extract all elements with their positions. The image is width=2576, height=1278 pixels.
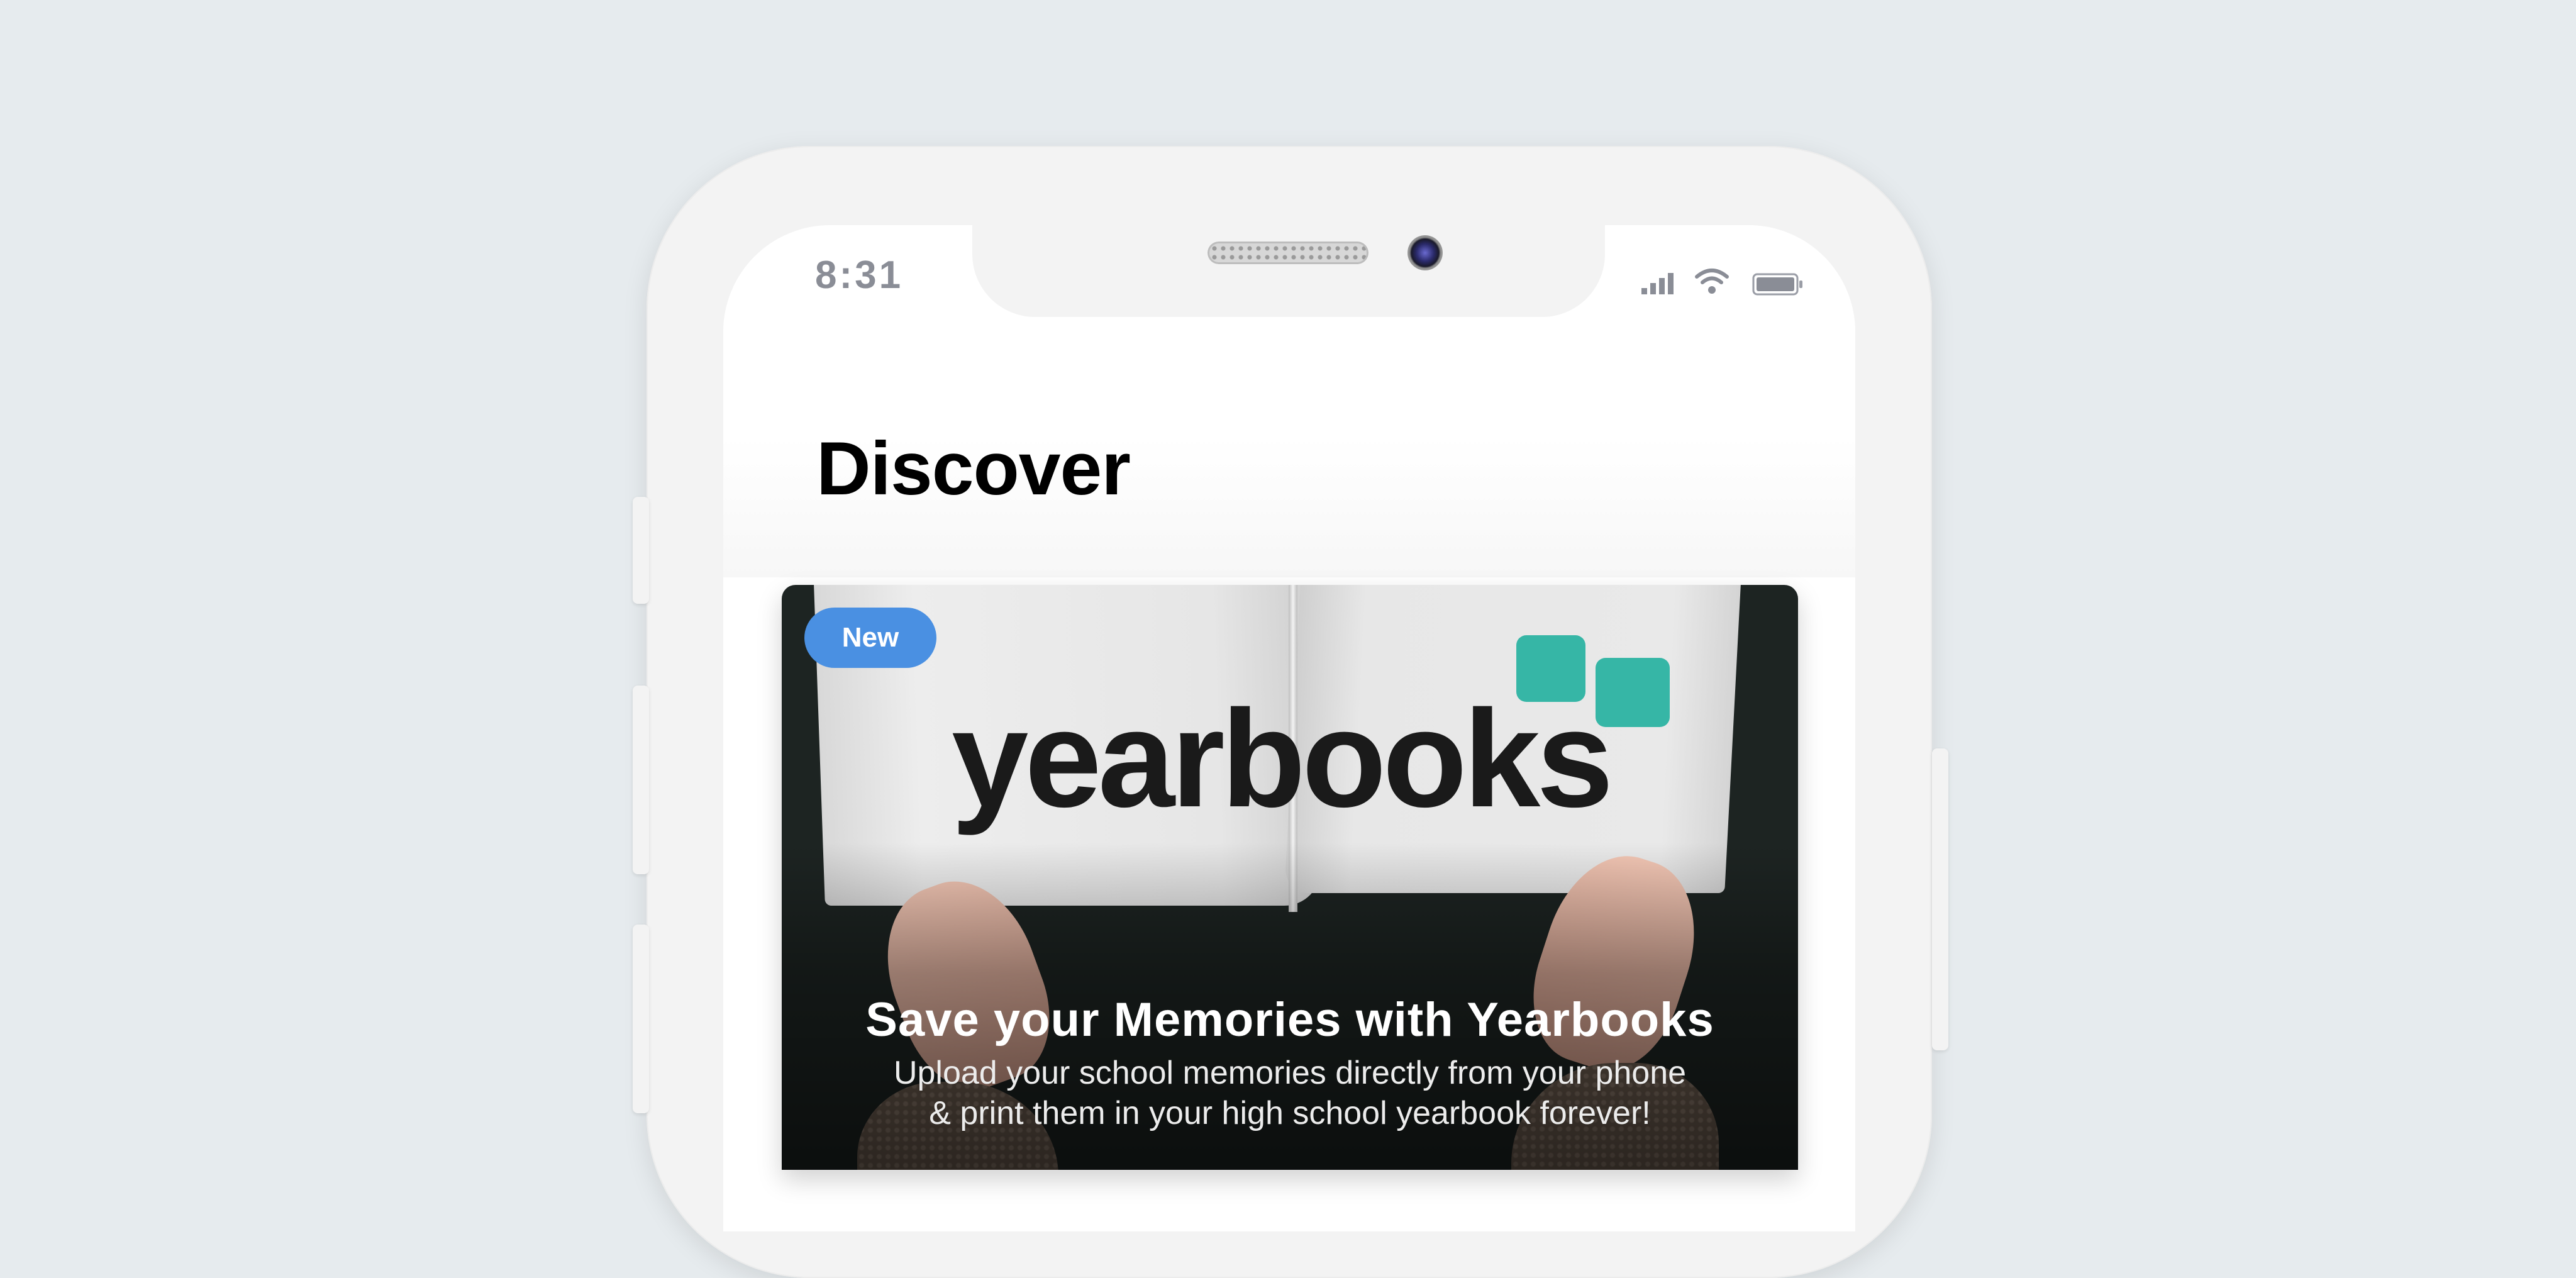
- card-title: Save your Memories with Yearbooks: [865, 993, 1714, 1047]
- card-description-line: & print them in your high school yearboo…: [929, 1095, 1651, 1131]
- card-description-line: Upload your school memories directly fro…: [893, 1055, 1687, 1091]
- new-badge: New: [804, 608, 936, 668]
- power-button: [1932, 748, 1948, 1050]
- mute-switch: [633, 497, 649, 604]
- card-description: Upload your school memories directly fro…: [845, 1053, 1735, 1133]
- chat-bubble-icon: [1516, 635, 1585, 702]
- speaker-grille: [1208, 242, 1368, 264]
- wifi-icon: [1695, 269, 1729, 294]
- battery-icon: [1752, 273, 1802, 296]
- yearbooks-logo-text: yearbooks: [952, 681, 1614, 836]
- volume-down-button: [633, 925, 649, 1113]
- status-time: 8:31: [815, 253, 904, 297]
- cellular-signal-icon: [1641, 273, 1674, 294]
- page-title: Discover: [816, 426, 1131, 511]
- front-camera: [1407, 235, 1443, 270]
- volume-up-button: [633, 686, 649, 874]
- featured-card[interactable]: yearbooks New Save your Memories with Ye…: [782, 585, 1798, 1170]
- chat-bubble-icon: [1596, 658, 1670, 727]
